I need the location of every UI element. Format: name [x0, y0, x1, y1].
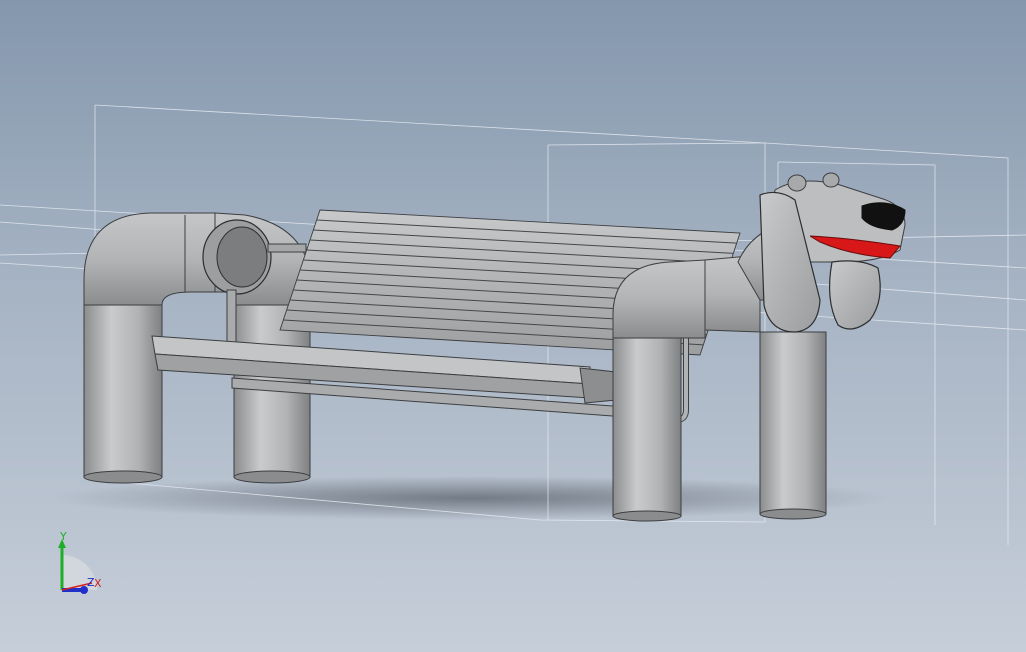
eye-left: [787, 174, 807, 192]
front-leg-back: [759, 331, 827, 520]
front-leg-front: [612, 337, 682, 522]
rear-leg-front: [83, 304, 163, 484]
dog-ear-right: [828, 260, 881, 330]
x-axis-label: X: [94, 577, 102, 590]
rear-elbow: [83, 212, 311, 306]
rear-leg-back: [233, 304, 311, 484]
eye-right: [822, 172, 840, 188]
bench-dog-model[interactable]: [0, 0, 1026, 652]
view-orientation-triad: Y Z X: [58, 530, 102, 594]
y-axis-label: Y: [59, 530, 67, 543]
rear-support-rod: [226, 289, 237, 347]
graphics-viewport[interactable]: Y Z X: [0, 0, 1026, 652]
